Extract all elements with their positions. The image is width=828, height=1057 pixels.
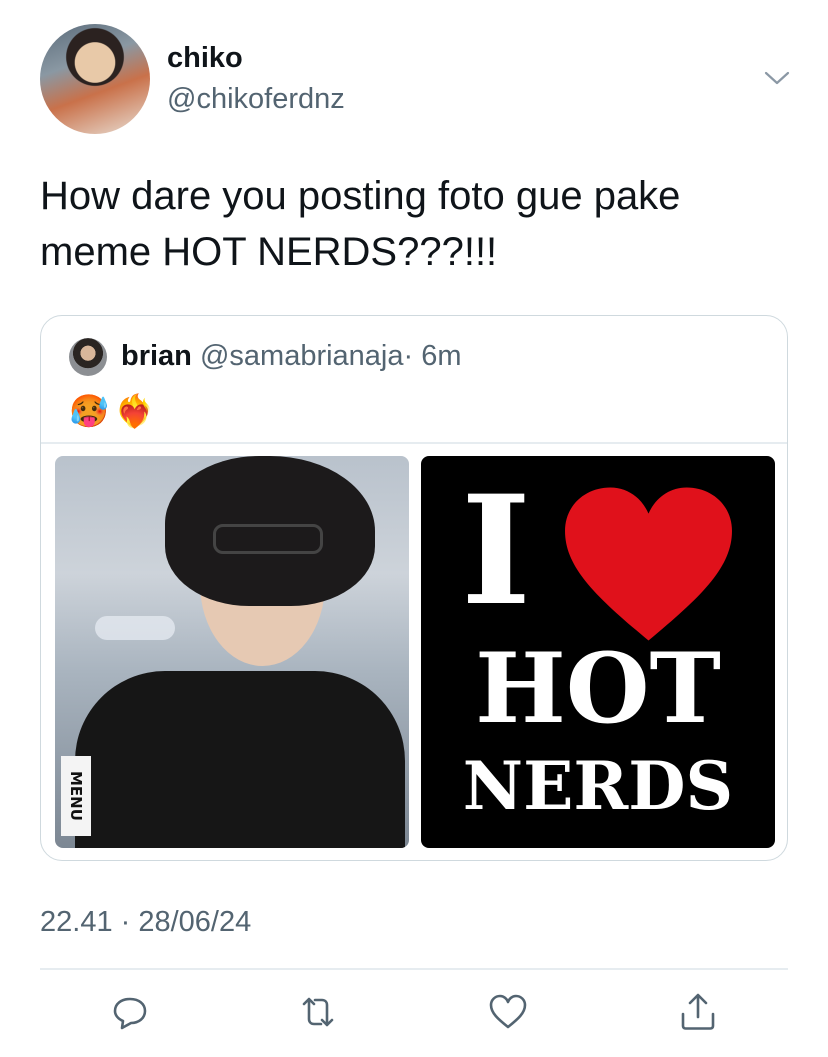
heart-icon[interactable] [486,990,530,1034]
quoted-author-handle[interactable]: @samabrianaja [200,340,404,372]
tweet-text: How dare you posting foto gue pake meme … [40,174,681,274]
heart-shape [565,487,732,641]
share-icon[interactable] [676,990,720,1034]
chevron-down-icon[interactable] [762,68,792,88]
author-avatar[interactable] [40,24,150,134]
glasses [213,524,323,554]
quoted-text-emoji: 🥵❤️‍🔥 [69,393,161,429]
action-bar [0,990,828,1036]
tweet-timestamp[interactable]: 22.41 · 28/06/24 [40,906,251,939]
meme-line-nerds: NERDS [462,747,734,825]
quoted-author-avatar[interactable] [69,338,107,376]
retweet-icon[interactable] [296,990,340,1034]
photo-man-glasses[interactable]: MENU [55,456,409,848]
meme-line-hot: HOT [475,632,721,745]
meme-image-hot-nerds[interactable]: I HOT NERDS [421,456,775,848]
quoted-header: brian @samabrianaja· 6m [121,340,462,373]
black-jacket [75,671,405,848]
reply-icon[interactable] [108,990,152,1034]
background-light [95,616,175,640]
quoted-tweet[interactable]: brian @samabrianaja· 6m 🥵❤️‍🔥 MENU I HOT… [40,315,788,861]
author-name[interactable]: chiko [167,42,243,75]
quoted-time: · 6m [403,340,462,372]
author-handle[interactable]: @chikoferdnz [167,83,345,116]
quoted-author-name[interactable]: brian [121,340,192,372]
quoted-divider [41,442,787,444]
actions-divider [40,968,788,970]
meme-line-i: I [461,463,532,639]
jacket-label: MENU [61,756,91,836]
